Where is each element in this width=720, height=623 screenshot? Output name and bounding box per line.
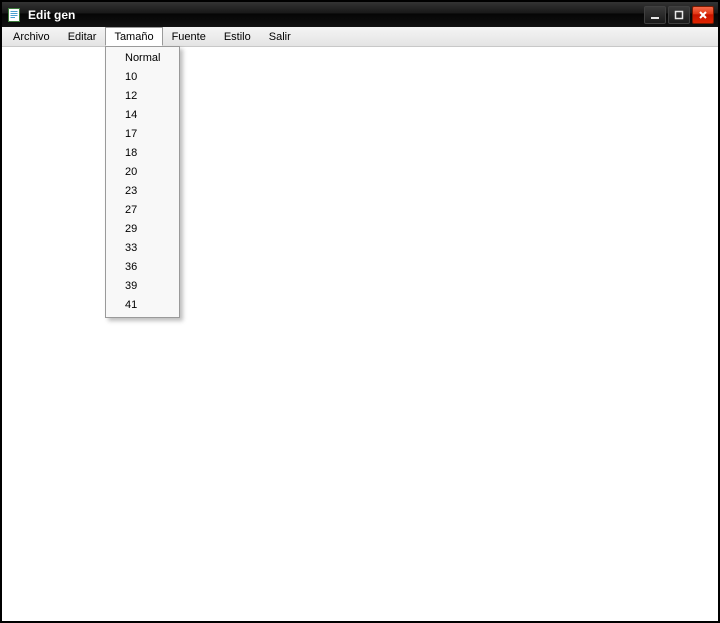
size-option-27[interactable]: 27 — [107, 201, 178, 220]
size-option-normal[interactable]: Normal — [107, 49, 178, 68]
menu-tamano[interactable]: Tamaño — [105, 27, 162, 46]
maximize-icon — [674, 10, 684, 20]
size-option-39[interactable]: 39 — [107, 277, 178, 296]
size-option-23[interactable]: 23 — [107, 182, 178, 201]
menu-estilo[interactable]: Estilo — [215, 27, 260, 46]
size-option-18[interactable]: 18 — [107, 144, 178, 163]
menu-archivo[interactable]: Archivo — [4, 27, 59, 46]
size-option-10[interactable]: 10 — [107, 68, 178, 87]
title-bar[interactable]: Edit gen — [2, 2, 718, 27]
size-option-14[interactable]: 14 — [107, 106, 178, 125]
minimize-button[interactable] — [644, 6, 666, 24]
maximize-button[interactable] — [668, 6, 690, 24]
window-controls — [644, 6, 714, 24]
minimize-icon — [650, 10, 660, 20]
window-frame: Edit gen ArchivoEditarTamañoFuenteEstilo… — [0, 0, 720, 623]
size-option-33[interactable]: 33 — [107, 239, 178, 258]
size-dropdown: Normal10121417182023272933363941 — [105, 46, 180, 318]
window-title: Edit gen — [28, 8, 644, 22]
size-option-17[interactable]: 17 — [107, 125, 178, 144]
menu-fuente[interactable]: Fuente — [163, 27, 215, 46]
menu-editar[interactable]: Editar — [59, 27, 106, 46]
close-icon — [698, 10, 708, 20]
menu-salir[interactable]: Salir — [260, 27, 300, 46]
size-option-41[interactable]: 41 — [107, 296, 178, 315]
size-option-12[interactable]: 12 — [107, 87, 178, 106]
close-button[interactable] — [692, 6, 714, 24]
size-option-36[interactable]: 36 — [107, 258, 178, 277]
menu-bar: ArchivoEditarTamañoFuenteEstiloSalirNorm… — [2, 27, 718, 47]
size-option-29[interactable]: 29 — [107, 220, 178, 239]
size-option-20[interactable]: 20 — [107, 163, 178, 182]
document-icon — [6, 7, 22, 23]
